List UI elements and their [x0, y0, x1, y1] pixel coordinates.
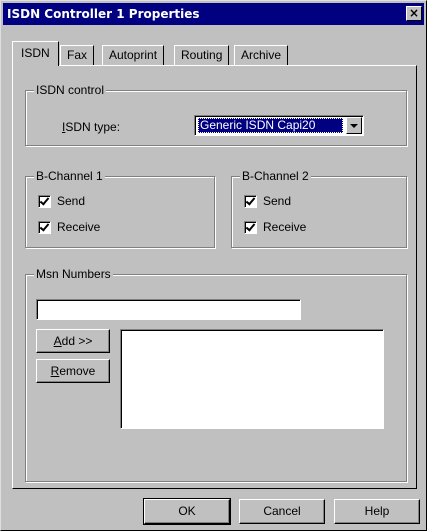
- tab-fax[interactable]: Fax: [60, 45, 95, 65]
- tab-routing[interactable]: Routing: [174, 45, 230, 65]
- b-channel-2-group: B-Channel 2 Send Receive: [231, 169, 407, 248]
- b2-send-label: Send: [263, 194, 292, 208]
- b2-send-checkbox[interactable]: [244, 195, 257, 208]
- b1-receive-label: Receive: [57, 220, 101, 234]
- isdn-tab-panel: ISDN control ISDN type: Generic ISDN Cap…: [12, 65, 417, 489]
- isdn-type-label: ISDN type:: [62, 119, 120, 135]
- tab-fax-label: Fax: [67, 48, 88, 62]
- cancel-button[interactable]: Cancel: [239, 499, 325, 524]
- tab-archive[interactable]: Archive: [234, 45, 289, 65]
- remove-accel: R: [50, 364, 60, 378]
- window-title: ISDN Controller 1 Properties: [7, 7, 200, 21]
- tab-isdn[interactable]: ISDN: [12, 41, 59, 66]
- add-button[interactable]: Add >>: [36, 329, 110, 353]
- tab-archive-label: Archive: [241, 48, 282, 62]
- remove-button[interactable]: Remove: [36, 359, 110, 383]
- remove-label-rest: emove: [59, 364, 96, 378]
- isdn-type-value: Generic ISDN Capi20: [198, 118, 343, 133]
- close-icon[interactable]: ×: [406, 6, 422, 21]
- add-label-rest: dd >>: [61, 334, 93, 348]
- add-accel: A: [53, 334, 62, 348]
- msn-numbers-list[interactable]: [120, 329, 384, 429]
- msn-numbers-group: Msn Numbers Add >> Remove: [25, 267, 407, 482]
- msn-number-input[interactable]: [36, 299, 301, 320]
- properties-dialog: ISDN Controller 1 Properties × ISDN Fax …: [0, 0, 427, 531]
- tab-routing-label: Routing: [181, 48, 223, 62]
- isdn-control-legend: ISDN control: [34, 83, 107, 97]
- title-bar: ISDN Controller 1 Properties ×: [3, 3, 424, 25]
- tab-autoprint[interactable]: Autoprint: [102, 45, 165, 65]
- tab-autoprint-label: Autoprint: [109, 48, 158, 62]
- b1-receive-checkbox[interactable]: [38, 221, 51, 234]
- isdn-type-select[interactable]: Generic ISDN Capi20: [194, 115, 364, 136]
- b2-receive-label: Receive: [263, 220, 307, 234]
- b-channel-1-legend: B-Channel 1: [34, 169, 105, 183]
- b-channel-1-group: B-Channel 1 Send Receive: [25, 169, 215, 248]
- ok-button[interactable]: OK: [143, 498, 231, 525]
- msn-numbers-legend: Msn Numbers: [34, 267, 113, 281]
- isdn-type-label-rest: SDN type:: [65, 120, 121, 134]
- isdn-control-group: ISDN control ISDN type: Generic ISDN Cap…: [25, 83, 407, 146]
- b2-receive-checkbox[interactable]: [244, 221, 257, 234]
- b1-send-checkbox[interactable]: [38, 195, 51, 208]
- b-channel-2-legend: B-Channel 2: [240, 169, 311, 183]
- b1-send-label: Send: [57, 194, 86, 208]
- tab-isdn-label: ISDN: [21, 46, 50, 60]
- chevron-down-icon[interactable]: [346, 117, 362, 134]
- help-button[interactable]: Help: [334, 499, 420, 524]
